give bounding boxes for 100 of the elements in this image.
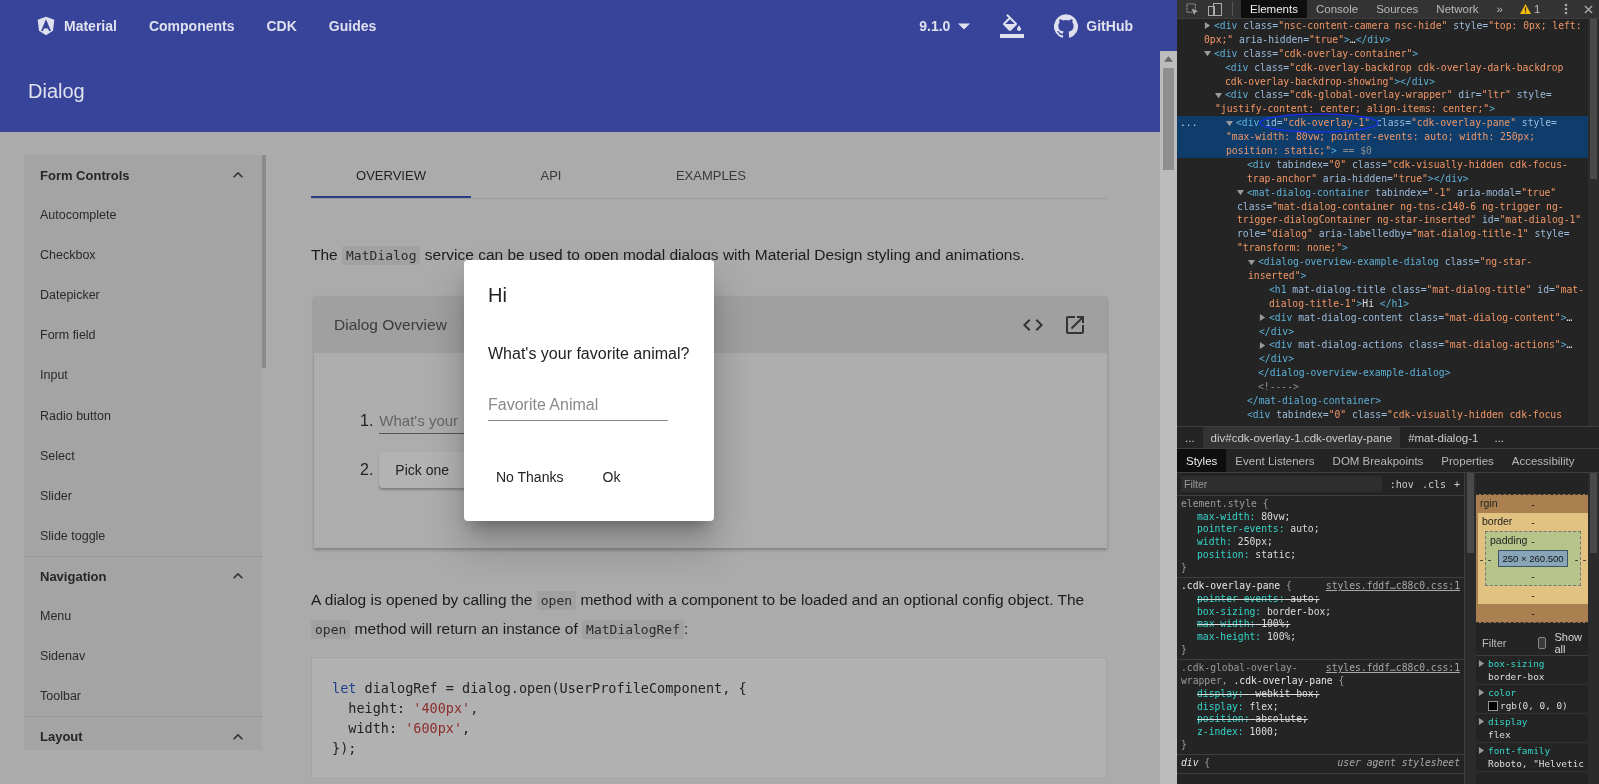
panel-tab[interactable]: Accessibility	[1502, 449, 1584, 472]
css-declaration[interactable]: max-height: 100%;	[1181, 631, 1460, 644]
more-tabs-button[interactable]: »	[1487, 0, 1512, 18]
scrollbar-thumb[interactable]	[1163, 68, 1174, 170]
css-declaration[interactable]: display: flex;	[1181, 700, 1460, 714]
dom-line[interactable]: class="mat-dialog-container ng-tns-c140-6 ng-trigger ng-	[1237, 199, 1564, 214]
scrollbar-thumb[interactable]	[1590, 473, 1597, 553]
css-declaration[interactable]: z-index: 1000;	[1181, 725, 1460, 739]
dialog-button[interactable]: No Thanks	[480, 459, 580, 495]
breadcrumb[interactable]: ...	[1177, 427, 1203, 448]
tab[interactable]: API	[471, 155, 631, 198]
dom-line[interactable]: <div class="cdk-overlay-backdrop cdk-overlay-dark-backdrop	[1225, 60, 1564, 75]
tab[interactable]: OVERVIEW	[311, 155, 471, 198]
dom-line[interactable]: <div class="nsc-content-camera nsc-hide" style="top: 0px; left:	[1214, 19, 1582, 33]
scroll-up-arrow-icon[interactable]	[1164, 56, 1173, 62]
right-triangle-icon[interactable]	[1478, 689, 1485, 696]
devices-icon[interactable]	[1208, 2, 1222, 16]
dom-line[interactable]: <div tabindex="0" class="cdk-visually-hidden cdk-focus-	[1247, 157, 1568, 172]
nav-link[interactable]: CDK	[250, 7, 313, 44]
dom-line[interactable]: dialog-title-1">Hi </h1>	[1269, 296, 1409, 311]
dom-line[interactable]: 0px;" aria-hidden="true">…</div>	[1204, 32, 1391, 47]
sidebar-section-header[interactable]: Layout	[24, 716, 262, 750]
right-triangle-icon[interactable]	[1478, 660, 1485, 667]
down-triangle-icon[interactable]	[1215, 91, 1222, 99]
dom-line[interactable]: "justify-content: center; align-items: center;">	[1215, 102, 1495, 117]
down-triangle-icon[interactable]	[1226, 119, 1233, 127]
warning-icon[interactable]	[1519, 4, 1531, 14]
nav-link[interactable]: Guides	[312, 7, 393, 44]
dom-line[interactable]: </mat-dialog-container>	[1247, 394, 1382, 408]
panel-tab[interactable]: Event Listeners	[1226, 449, 1324, 472]
new-rule-button[interactable]: +	[1453, 478, 1460, 490]
sidebar-item[interactable]: Radio button	[24, 395, 262, 436]
scrollbar-thumb[interactable]	[1590, 19, 1597, 179]
css-declaration[interactable]: width: 250px;	[1181, 536, 1460, 549]
sidebar-item[interactable]: Menu	[24, 595, 262, 636]
down-triangle-icon[interactable]	[1204, 50, 1211, 58]
sidebar-item[interactable]: Input	[24, 355, 262, 396]
dom-line[interactable]: <div class="cdk-overlay-container">	[1214, 46, 1419, 61]
cursor-box-icon[interactable]	[1186, 2, 1199, 16]
css-declaration[interactable]: display: -webkit-box;	[1181, 687, 1460, 701]
css-declaration[interactable]: position: absolute;	[1181, 713, 1460, 726]
sidebar-item[interactable]: Form field	[24, 315, 262, 356]
dom-line[interactable]: <div class="cdk-global-overlay-wrapper" dir="ltr" style=	[1225, 88, 1552, 103]
more-menu-icon[interactable]	[1564, 3, 1568, 15]
rule-source[interactable]: styles.fddf…c88c0.css:1	[1325, 580, 1460, 593]
dom-line[interactable]: trigger-dialogContainer ng-star-inserted" id="mat-dialog-1"	[1237, 213, 1582, 228]
paint-bucket-icon[interactable]	[1000, 13, 1025, 38]
dialog-button[interactable]: Ok	[579, 459, 644, 495]
nav-link[interactable]: Components	[132, 7, 251, 44]
right-triangle-icon[interactable]	[1204, 22, 1211, 30]
devtools-tab[interactable]: Network	[1427, 0, 1488, 18]
class-toggle[interactable]: .cls	[1421, 478, 1446, 490]
brand-link[interactable]: Material	[20, 7, 133, 44]
devtools-tab[interactable]: Console	[1306, 0, 1368, 18]
css-declaration[interactable]: pointer-events: auto;	[1181, 523, 1460, 537]
sidebar-item[interactable]: Select	[24, 435, 262, 476]
css-declaration[interactable]: pointer-events: auto;	[1181, 592, 1460, 606]
dom-line[interactable]: </dialog-overview-example-dialog>	[1258, 366, 1451, 381]
hover-state-toggle[interactable]: :hov	[1389, 478, 1414, 490]
sidebar-item[interactable]: Datepicker	[24, 275, 262, 316]
filter-field[interactable]: Filter	[1181, 476, 1382, 492]
sidebar-section-header[interactable]: Navigation	[24, 555, 262, 596]
devtools-tab[interactable]: Sources	[1367, 0, 1428, 18]
sidebar-section-header[interactable]: Form Controls	[24, 155, 262, 195]
panel-tab[interactable]: Properties	[1432, 449, 1503, 472]
dom-line[interactable]: <h1 mat-dialog-title class="mat-dialog-title" id="mat-	[1269, 282, 1584, 297]
sidebar-item[interactable]: Slide toggle	[24, 515, 262, 556]
checkbox[interactable]	[1538, 637, 1547, 649]
dom-line[interactable]: "transform: none;">	[1237, 241, 1348, 256]
dom-line[interactable]: cdk-overlay-backdrop-showing"></div>	[1225, 74, 1435, 89]
right-triangle-icon[interactable]	[1259, 341, 1266, 349]
dom-line[interactable]: </div>	[1259, 352, 1294, 367]
devtools-tab[interactable]: Elements	[1241, 0, 1307, 18]
close-icon[interactable]	[1584, 4, 1593, 14]
rule-source[interactable]: styles.fddf…c88c0.css:1	[1325, 662, 1460, 676]
sidebar-item[interactable]: Sidenav	[24, 635, 262, 677]
version-dropdown[interactable]: 9.1.0	[903, 7, 987, 44]
github-link[interactable]: GitHub	[1038, 7, 1149, 44]
dom-line[interactable]: <div tabindex="0" class="cdk-visually-hidden cdk-focus	[1247, 407, 1562, 422]
css-declaration[interactable]: max-width: 100%;	[1181, 618, 1460, 632]
dom-line[interactable]: <mat-dialog-container tabindex="-1" aria-modal="true"	[1247, 185, 1557, 200]
dom-line[interactable]: role="dialog" aria-labelledby="mat-dialog-title-1" style=	[1237, 227, 1570, 242]
down-triangle-icon[interactable]	[1237, 189, 1244, 197]
dom-line[interactable]: <div mat-dialog-actions class="mat-dialog-actions">…	[1269, 338, 1573, 353]
css-declaration[interactable]: position: static;	[1181, 548, 1460, 562]
breadcrumb[interactable]: ...	[1486, 427, 1513, 448]
breadcrumb[interactable]: #mat-dialog-1	[1400, 427, 1487, 448]
sidebar-item[interactable]: Checkbox	[24, 235, 262, 276]
css-declaration[interactable]: max-width: 80vw;	[1181, 510, 1460, 524]
dom-line[interactable]: trap-anchor" aria-hidden="true"></div>	[1247, 171, 1469, 186]
panel-tab[interactable]: Styles	[1177, 449, 1227, 472]
panel-tab[interactable]: DOM Breakpoints	[1323, 449, 1433, 472]
breadcrumb[interactable]: div#cdk-overlay-1.cdk-overlay-pane	[1202, 427, 1401, 448]
sidebar-item[interactable]: Toolbar	[24, 676, 262, 717]
sidebar-item[interactable]: Autocomplete	[24, 195, 262, 236]
tab[interactable]: EXAMPLES	[631, 155, 791, 198]
down-triangle-icon[interactable]	[1248, 258, 1255, 266]
dom-line[interactable]: <!---->	[1258, 380, 1299, 395]
right-triangle-icon[interactable]	[1259, 314, 1266, 322]
dom-line[interactable]: <dialog-overview-example-dialog class="ng-star-	[1258, 255, 1533, 270]
